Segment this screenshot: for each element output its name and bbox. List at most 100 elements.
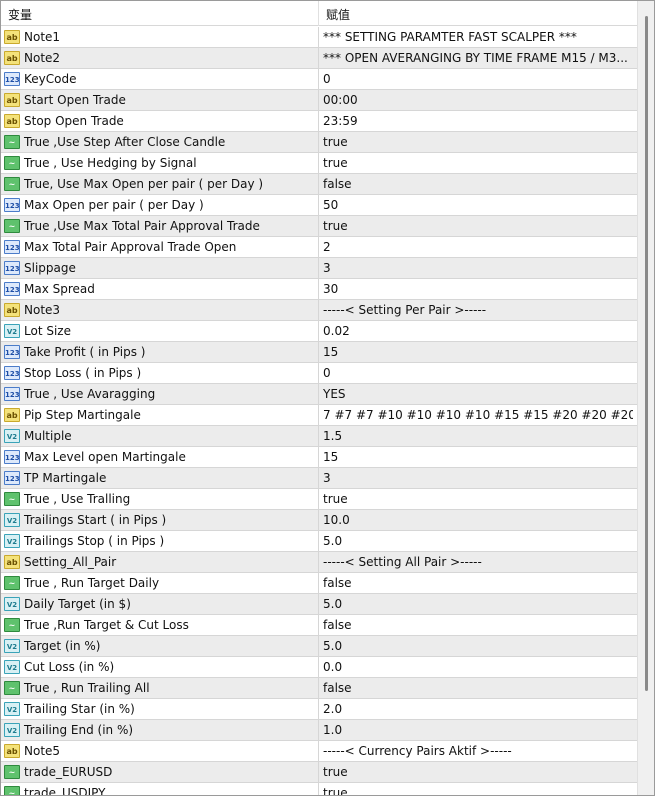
table-row[interactable]: ab Stop Open Trade 23:59 [1, 111, 637, 132]
parameter-value[interactable]: 30 [323, 282, 633, 296]
table-row[interactable]: ~ True ,Use Step After Close Candle true [1, 132, 637, 153]
parameter-value[interactable]: true [323, 492, 633, 506]
table-row[interactable]: V2 Cut Loss (in %) 0.0 [1, 657, 637, 678]
table-row[interactable]: 123 TP Martingale 3 [1, 468, 637, 489]
table-row[interactable]: ~ True , Use Hedging by Signal true [1, 153, 637, 174]
table-row[interactable]: V2 Target (in %) 5.0 [1, 636, 637, 657]
table-row[interactable]: ab Note3 -----< Setting Per Pair >----- [1, 300, 637, 321]
vertical-scrollbar[interactable] [637, 1, 654, 795]
table-row[interactable]: 123 True , Use Avaragging YES [1, 384, 637, 405]
parameter-value[interactable]: false [323, 618, 633, 632]
table-row[interactable]: ab Note1 *** SETTING PARAMTER FAST SCALPER… [1, 27, 637, 48]
table-row[interactable]: V2 Trailing Star (in %) 2.0 [1, 699, 637, 720]
column-divider[interactable] [318, 1, 319, 26]
scrollbar-thumb[interactable] [645, 16, 648, 691]
parameter-name: Multiple [24, 429, 72, 443]
cell-divider [318, 426, 319, 446]
parameter-value[interactable]: 10.0 [323, 513, 633, 527]
table-row[interactable]: V2 Lot Size 0.02 [1, 321, 637, 342]
table-row[interactable]: V2 Trailings Stop ( in Pips ) 5.0 [1, 531, 637, 552]
parameter-value[interactable]: 1.5 [323, 429, 633, 443]
parameter-value[interactable]: 50 [323, 198, 633, 212]
parameter-value[interactable]: 5.0 [323, 639, 633, 653]
parameter-value[interactable]: 0.02 [323, 324, 633, 338]
parameter-value[interactable]: 0 [323, 72, 633, 86]
parameter-name: Slippage [24, 261, 76, 275]
table-row[interactable]: ~ trade_EURUSD true [1, 762, 637, 783]
table-row[interactable]: V2 Multiple 1.5 [1, 426, 637, 447]
table-row[interactable]: ~ trade_USDJPY true [1, 783, 637, 796]
cell-divider [318, 552, 319, 572]
parameter-value[interactable]: true [323, 219, 633, 233]
cell-divider [318, 48, 319, 68]
parameter-value[interactable]: 0.0 [323, 660, 633, 674]
parameter-value[interactable]: -----< Setting All Pair >----- [323, 555, 633, 569]
table-row[interactable]: V2 Trailings Start ( in Pips ) 10.0 [1, 510, 637, 531]
column-header-variable[interactable]: 变量 [8, 6, 32, 23]
table-row[interactable]: 123 KeyCode 0 [1, 69, 637, 90]
parameter-value[interactable]: *** SETTING PARAMTER FAST SCALPER *** [323, 30, 633, 44]
parameter-value[interactable]: 3 [323, 261, 633, 275]
cell-divider [318, 69, 319, 89]
parameter-value[interactable]: 00:00 [323, 93, 633, 107]
parameter-value[interactable]: false [323, 681, 633, 695]
parameter-value[interactable]: true [323, 156, 633, 170]
parameter-value[interactable]: 3 [323, 471, 633, 485]
column-header-value[interactable]: 赋值 [326, 6, 350, 23]
table-row[interactable]: V2 Trailing End (in %) 1.0 [1, 720, 637, 741]
parameter-value[interactable]: 5.0 [323, 534, 633, 548]
table-row[interactable]: ab Start Open Trade 00:00 [1, 90, 637, 111]
parameter-value[interactable]: 1.0 [323, 723, 633, 737]
cell-divider [318, 489, 319, 509]
parameter-name: trade_USDJPY [24, 786, 106, 796]
parameter-value[interactable]: 15 [323, 345, 633, 359]
parameter-value[interactable]: 0 [323, 366, 633, 380]
parameter-value[interactable]: true [323, 786, 633, 795]
table-row[interactable]: V2 Daily Target (in $) 5.0 [1, 594, 637, 615]
table-row[interactable]: ab Note5 -----< Currency Pairs Aktif >----… [1, 741, 637, 762]
parameter-value[interactable]: YES [323, 387, 633, 401]
parameter-value[interactable]: 7 #7 #7 #10 #10 #10 #10 #15 #15 #20 #20 … [323, 408, 633, 422]
double-type-icon: V2 [4, 639, 20, 653]
parameter-value[interactable]: 5.0 [323, 597, 633, 611]
table-row[interactable]: 123 Slippage 3 [1, 258, 637, 279]
parameter-value[interactable]: 23:59 [323, 114, 633, 128]
table-row[interactable]: ab Setting_All_Pair -----< Setting All Pai… [1, 552, 637, 573]
parameter-value[interactable]: *** OPEN AVERANGING BY TIME FRAME M15 / … [323, 51, 633, 65]
table-row[interactable]: 123 Max Level open Martingale 15 [1, 447, 637, 468]
parameter-name: Note1 [24, 30, 61, 44]
table-row[interactable]: ab Pip Step Martingale 7 #7 #7 #10 #10 #10… [1, 405, 637, 426]
parameter-value[interactable]: 2 [323, 240, 633, 254]
parameter-rows: ab Note1 *** SETTING PARAMTER FAST SCALPER… [1, 27, 637, 796]
parameter-value[interactable]: 15 [323, 450, 633, 464]
table-row[interactable]: ~ True ,Use Max Total Pair Approval Trade… [1, 216, 637, 237]
parameter-name: KeyCode [24, 72, 77, 86]
string-type-icon: ab [4, 114, 20, 128]
parameter-name: Trailings Start ( in Pips ) [24, 513, 167, 527]
parameter-value[interactable]: -----< Setting Per Pair >----- [323, 303, 633, 317]
table-header: 变量 赋值 [1, 1, 637, 26]
parameter-value[interactable]: true [323, 135, 633, 149]
integer-type-icon: 123 [4, 72, 20, 86]
table-row[interactable]: ~ True , Run Target Daily false [1, 573, 637, 594]
table-row[interactable]: 123 Max Total Pair Approval Trade Open 2 [1, 237, 637, 258]
table-row[interactable]: ~ True , Run Trailing All false [1, 678, 637, 699]
parameter-value[interactable]: -----< Currency Pairs Aktif >----- [323, 744, 633, 758]
table-row[interactable]: 123 Take Profit ( in Pips ) 15 [1, 342, 637, 363]
table-row[interactable]: ~ True ,Run Target & Cut Loss false [1, 615, 637, 636]
boolean-type-icon: ~ [4, 786, 20, 795]
table-row[interactable]: ~ True, Use Max Open per pair ( per Day )… [1, 174, 637, 195]
parameter-name: Target (in %) [24, 639, 101, 653]
table-row[interactable]: ~ True , Use Tralling true [1, 489, 637, 510]
table-row[interactable]: ab Note2 *** OPEN AVERANGING BY TIME FRAME… [1, 48, 637, 69]
string-type-icon: ab [4, 408, 20, 422]
parameter-name: Max Open per pair ( per Day ) [24, 198, 204, 212]
parameter-value[interactable]: false [323, 576, 633, 590]
parameter-value[interactable]: 2.0 [323, 702, 633, 716]
parameter-value[interactable]: false [323, 177, 633, 191]
table-row[interactable]: 123 Max Spread 30 [1, 279, 637, 300]
table-row[interactable]: 123 Max Open per pair ( per Day ) 50 [1, 195, 637, 216]
cell-divider [318, 90, 319, 110]
parameter-value[interactable]: true [323, 765, 633, 779]
table-row[interactable]: 123 Stop Loss ( in Pips ) 0 [1, 363, 637, 384]
